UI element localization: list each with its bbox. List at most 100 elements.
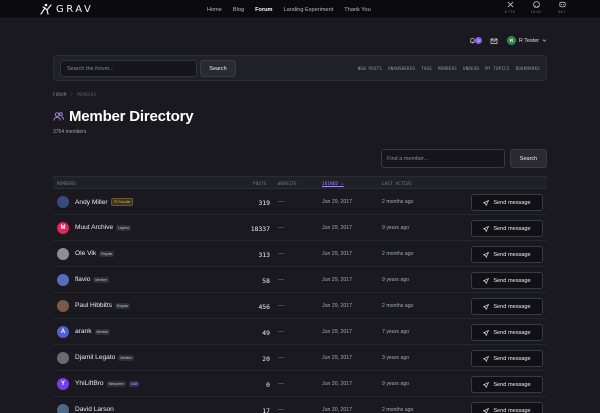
member-last-active: 7 years ago <box>382 329 410 335</box>
member-last-active: 9 years ago <box>382 277 410 283</box>
member-name-cell: Muut Archive Legend <box>75 224 131 231</box>
col-joined[interactable]: JOINED ↓ <box>322 181 344 186</box>
brand-name: GRAV <box>56 3 94 15</box>
member-posts: 319 <box>258 199 270 207</box>
send-message-label: Send message <box>493 277 531 284</box>
page-header: Member Directory <box>53 108 194 125</box>
user-toolbar: 2 R R Tester <box>469 36 547 45</box>
main-nav: Home Blog Forum Landing Experiment Thank… <box>207 0 382 19</box>
notifications-button[interactable]: 2 <box>469 36 483 45</box>
link-my-topics[interactable]: MY TOPICS <box>485 66 509 71</box>
social-x[interactable]: 8.77K <box>502 1 518 14</box>
member-name-cell: Andy Miller TE Founder <box>75 198 134 206</box>
send-message-button[interactable]: Send message <box>471 350 543 367</box>
member-name[interactable]: Djamil Legato <box>75 354 115 361</box>
user-menu[interactable]: R R Tester <box>507 36 547 45</box>
link-unread[interactable]: UNREAD <box>463 66 479 71</box>
member-count: 3754 members <box>53 129 87 135</box>
send-message-button[interactable]: Send message <box>471 324 543 341</box>
send-icon <box>483 199 490 206</box>
member-avatar[interactable] <box>57 274 69 286</box>
send-message-button[interactable]: Send message <box>471 194 543 211</box>
send-message-button[interactable]: Send message <box>471 298 543 315</box>
member-name[interactable]: Muut Archive <box>75 224 113 231</box>
col-website[interactable]: WEBSITE <box>278 181 297 186</box>
col-posts[interactable]: POSTS <box>253 181 267 186</box>
member-name[interactable]: Andy Miller <box>75 199 108 206</box>
member-posts: 20 <box>262 355 270 363</box>
member-rank-badge: TE Founder <box>110 198 134 206</box>
member-rank-badge: Regular <box>99 250 115 257</box>
link-tags[interactable]: TAGS <box>421 66 432 71</box>
social-github[interactable]: 15.2K <box>528 1 544 14</box>
find-member-input[interactable]: Find a member... <box>381 149 505 168</box>
send-message-label: Send message <box>493 199 531 206</box>
send-message-button[interactable]: Send message <box>471 246 543 263</box>
breadcrumb-separator: / <box>70 92 74 97</box>
member-name-cell: YhiLiftBro Newcomer Club <box>75 380 140 387</box>
x-icon <box>507 1 513 8</box>
link-new-posts[interactable]: NEW POSTS <box>358 66 382 71</box>
link-unanswered[interactable]: UNANSWERED <box>388 66 415 71</box>
member-name[interactable]: David Larson <box>75 406 114 413</box>
forum-search-button[interactable]: Search <box>200 60 236 77</box>
sort-arrow-icon: ↓ <box>340 181 344 186</box>
github-count: 15.2K <box>530 10 542 14</box>
member-last-active: 2 months ago <box>382 407 414 413</box>
member-name[interactable]: Paul Hibbitts <box>75 302 112 309</box>
col-members[interactable]: MEMBERS <box>57 181 76 186</box>
member-website: — <box>278 251 284 257</box>
member-avatar[interactable] <box>57 300 69 312</box>
nav-blog[interactable]: Blog <box>233 7 244 13</box>
forum-search-input[interactable]: Search the forum... <box>60 60 197 77</box>
notification-count-badge: 2 <box>475 36 483 44</box>
col-joined-label: JOINED <box>322 181 339 186</box>
member-name[interactable]: YhiLiftBro <box>75 380 104 387</box>
breadcrumb-forum[interactable]: FORUM <box>53 92 67 97</box>
send-message-label: Send message <box>493 303 531 310</box>
member-row: A arank Member 49 — Jun 29, 2017 7 years… <box>53 319 547 345</box>
member-joined: Jun 30, 2017 <box>322 407 352 413</box>
send-icon <box>483 303 490 310</box>
member-posts: 18337 <box>250 225 270 233</box>
member-posts: 456 <box>258 303 270 311</box>
member-avatar[interactable]: M <box>57 222 69 234</box>
link-bookmarks[interactable]: BOOKMARKS <box>516 66 540 71</box>
member-name-cell: Ole Vik Regular <box>75 250 115 257</box>
link-members[interactable]: MEMBERS <box>438 66 457 71</box>
send-message-button[interactable]: Send message <box>471 376 543 393</box>
member-posts: 17 <box>262 407 270 413</box>
member-avatar[interactable]: Y <box>57 378 69 390</box>
member-posts: 0 <box>266 381 270 389</box>
send-message-button[interactable]: Send message <box>471 402 543 413</box>
member-name[interactable]: arank <box>75 328 92 335</box>
col-last-active[interactable]: LAST ACTIVE <box>382 181 412 186</box>
member-joined: Jun 30, 2017 <box>322 381 352 387</box>
member-avatar[interactable] <box>57 352 69 364</box>
grav-logo[interactable]: GRAV <box>40 3 93 15</box>
member-joined: Jun 29, 2017 <box>322 251 352 257</box>
member-posts: 49 <box>262 329 270 337</box>
social-discord[interactable]: 5K+ <box>554 1 570 14</box>
member-name[interactable]: Ole Vik <box>75 250 96 257</box>
nav-forum[interactable]: Forum <box>255 7 272 13</box>
member-avatar[interactable]: A <box>57 326 69 338</box>
member-avatar[interactable] <box>57 404 69 413</box>
nav-landing-experiment[interactable]: Landing Experiment <box>284 7 334 13</box>
breadcrumb-current: MEMBERS <box>77 92 97 97</box>
member-name[interactable]: flavio <box>75 276 90 283</box>
find-member-button[interactable]: Search <box>510 149 547 168</box>
member-avatar[interactable] <box>57 196 69 208</box>
nav-home[interactable]: Home <box>207 7 222 13</box>
member-last-active: 2 months ago <box>382 303 414 309</box>
send-message-label: Send message <box>493 225 531 232</box>
send-icon <box>483 407 490 413</box>
send-message-button[interactable]: Send message <box>471 272 543 289</box>
send-message-button[interactable]: Send message <box>471 220 543 237</box>
nav-thank-you[interactable]: Thank You <box>344 7 370 13</box>
member-avatar[interactable] <box>57 248 69 260</box>
member-row: Paul Hibbitts Regular 456 — Jun 29, 2017… <box>53 293 547 319</box>
mail-icon[interactable] <box>490 37 498 45</box>
member-posts: 58 <box>262 277 270 285</box>
forum-links: NEW POSTS UNANSWERED TAGS MEMBERS UNREAD… <box>358 56 540 80</box>
